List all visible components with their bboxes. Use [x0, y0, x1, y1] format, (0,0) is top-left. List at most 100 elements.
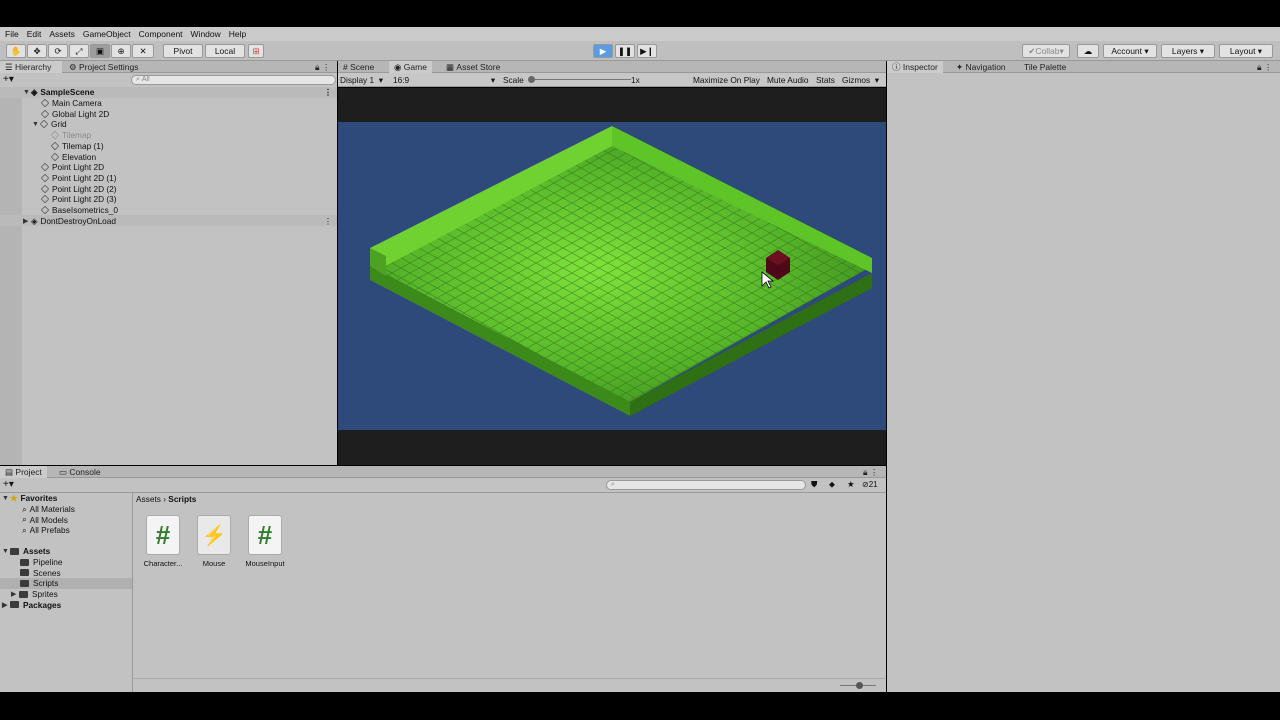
hierarchy-lock-icon[interactable]: 🔒︎ ⋮: [310, 61, 335, 73]
hierarchy-dontdestroy-row[interactable]: ▶ ◈ DontDestroyOnLoad ⋮: [0, 215, 337, 227]
hierarchy-item-baseisometrics[interactable]: BaseIsometrics_0: [0, 205, 118, 216]
step-button[interactable]: ▶❙: [637, 44, 657, 58]
folder-pipeline[interactable]: Pipeline: [20, 557, 63, 568]
account-dropdown[interactable]: Account ▾: [1103, 44, 1157, 58]
asset-label: Mouse: [202, 559, 226, 568]
favorites-row[interactable]: ▼ ★ Favorites: [2, 493, 57, 504]
breadcrumb-scripts[interactable]: Scripts: [168, 494, 196, 504]
packages-row[interactable]: ▶ Packages: [2, 600, 61, 611]
hand-tool-icon[interactable]: ✋: [6, 44, 26, 58]
hierarchy-item-point-light-1[interactable]: Point Light 2D (1): [0, 173, 117, 184]
custom-tool-icon[interactable]: ✕: [132, 44, 154, 58]
tab-game[interactable]: ◉ Game: [389, 61, 432, 73]
hidden-count-label: 21: [868, 480, 878, 489]
asset-mouseinput-script[interactable]: # MouseInput: [245, 515, 285, 568]
menu-file[interactable]: File: [5, 29, 19, 39]
fav-all-models[interactable]: ⌕ All Models: [22, 514, 68, 525]
item-label: Tilemap: [62, 130, 92, 141]
layers-dropdown[interactable]: Layers ▾: [1161, 44, 1215, 58]
pivot-toggle[interactable]: Pivot: [163, 44, 203, 58]
scale-slider-handle[interactable]: [528, 76, 535, 83]
tab-project-settings[interactable]: ⚙ Project Settings: [64, 61, 144, 73]
hierarchy-search-input[interactable]: ⌕ All: [131, 75, 336, 85]
hierarchy-item-main-camera[interactable]: Main Camera: [0, 98, 102, 109]
hierarchy-item-grid[interactable]: ▼ Grid: [0, 119, 67, 130]
folder-icon: [20, 558, 29, 566]
fav-all-materials[interactable]: ⌕ All Materials: [22, 504, 75, 515]
packages-label: Packages: [23, 599, 62, 610]
aspect-dropdown[interactable]: 16:9 ▾: [393, 75, 497, 85]
collab-button[interactable]: ✔ Collab ▾: [1022, 44, 1070, 58]
tab-asset-store[interactable]: ▦ Asset Store: [441, 61, 505, 73]
menu-assets[interactable]: Assets: [49, 29, 75, 39]
asset-character-script[interactable]: # Character...: [143, 515, 183, 568]
menu-window[interactable]: Window: [191, 29, 221, 39]
search-by-label-icon[interactable]: ⬥: [829, 479, 835, 490]
favorite-star-icon[interactable]: ★: [847, 479, 855, 490]
tab-hierarchy[interactable]: ☰ Hierarchy: [0, 61, 62, 73]
rotate-tool-icon[interactable]: ⟳: [48, 44, 68, 58]
hierarchy-item-tilemap[interactable]: Tilemap: [0, 130, 91, 141]
scale-slider[interactable]: [531, 79, 631, 80]
search-by-type-icon[interactable]: ⛊: [811, 479, 817, 490]
hierarchy-item-global-light[interactable]: Global Light 2D: [0, 108, 109, 119]
hierarchy-scene-row[interactable]: ▼ ◈ SampleScene ⋮: [0, 87, 337, 98]
icon-size-slider-handle[interactable]: [856, 682, 863, 689]
move-tool-icon[interactable]: ✥: [27, 44, 47, 58]
assets-row[interactable]: ▼ Assets: [2, 546, 50, 557]
hidden-packages-count[interactable]: ⊘21: [862, 480, 878, 489]
display-dropdown[interactable]: Display 1 ▾: [340, 75, 390, 85]
breadcrumb-assets[interactable]: Assets: [136, 494, 161, 504]
layout-label: Layout: [1229, 46, 1256, 56]
project-tabbar: ▤ Project ▭ Console 🔒︎ ⋮: [0, 466, 886, 478]
tab-console[interactable]: ▭ Console: [54, 466, 106, 478]
game-viewport[interactable]: [338, 88, 886, 465]
folder-sprites[interactable]: ▶ Sprites: [11, 589, 58, 600]
dontdestroy-menu-icon[interactable]: ⋮: [324, 216, 332, 226]
tab-navigation[interactable]: ✦ Navigation: [951, 61, 1011, 73]
hierarchy-item-point-light-2[interactable]: Point Light 2D (2): [0, 183, 117, 194]
asset-mouse-input-actions[interactable]: ⚡ Mouse: [194, 515, 234, 568]
folder-scenes[interactable]: Scenes: [20, 567, 61, 578]
search-icon: ⌕: [22, 524, 27, 535]
maximize-on-play-toggle[interactable]: Maximize On Play: [693, 75, 760, 85]
play-button[interactable]: ▶: [593, 44, 613, 58]
transform-tool-icon[interactable]: ⊕: [111, 44, 131, 58]
hierarchy-item-point-light[interactable]: Point Light 2D: [0, 162, 104, 173]
menu-help[interactable]: Help: [229, 29, 246, 39]
folder-scripts[interactable]: Scripts: [0, 578, 132, 589]
project-lock-icon[interactable]: 🔒︎ ⋮: [858, 466, 883, 478]
game-tab-label: Game: [403, 62, 427, 72]
menu-edit[interactable]: Edit: [27, 29, 42, 39]
folder-label: Scenes: [33, 567, 61, 578]
tab-scene[interactable]: # Scene: [338, 61, 379, 73]
project-tree: ▼ ★ Favorites ⌕ All Materials ⌕ All Models ⌕…: [0, 493, 133, 692]
menu-gameobject[interactable]: GameObject: [83, 29, 131, 39]
fav-all-prefabs[interactable]: ⌕ All Prefabs: [22, 525, 70, 536]
breadcrumb: Assets › Scripts: [136, 494, 197, 504]
gameobject-icon: [40, 195, 50, 204]
scale-tool-icon[interactable]: ⤢: [69, 44, 89, 58]
hierarchy-item-tilemap-1[interactable]: Tilemap (1): [0, 141, 104, 152]
scene-menu-icon[interactable]: ⋮: [324, 87, 332, 97]
grid-snap-icon[interactable]: ⊞: [248, 44, 264, 58]
inspector-lock-icon[interactable]: 🔒︎ ⋮: [1252, 61, 1277, 73]
cloud-icon[interactable]: ☁: [1077, 44, 1099, 58]
create-plus-icon[interactable]: +▾: [3, 74, 14, 85]
project-search-input[interactable]: ⌕: [606, 480, 806, 490]
project-create-icon[interactable]: +▾: [3, 479, 14, 490]
rect-tool-icon[interactable]: ▣: [90, 44, 110, 58]
tab-tile-palette[interactable]: Tile Palette: [1019, 61, 1071, 73]
hierarchy-item-elevation[interactable]: Elevation: [0, 151, 96, 162]
menu-component[interactable]: Component: [139, 29, 183, 39]
layout-dropdown[interactable]: Layout ▾: [1219, 44, 1273, 58]
gameobject-icon: [50, 130, 60, 140]
pause-button[interactable]: ❚❚: [615, 44, 635, 58]
hierarchy-item-point-light-3[interactable]: Point Light 2D (3): [0, 194, 117, 205]
tab-inspector[interactable]: ⓘ Inspector: [887, 61, 943, 73]
gizmos-dropdown[interactable]: Gizmos ▾: [842, 75, 879, 85]
stats-toggle[interactable]: Stats: [816, 75, 835, 85]
mute-audio-toggle[interactable]: Mute Audio: [767, 75, 809, 85]
local-toggle[interactable]: Local: [205, 44, 245, 58]
tab-project[interactable]: ▤ Project: [0, 466, 47, 478]
